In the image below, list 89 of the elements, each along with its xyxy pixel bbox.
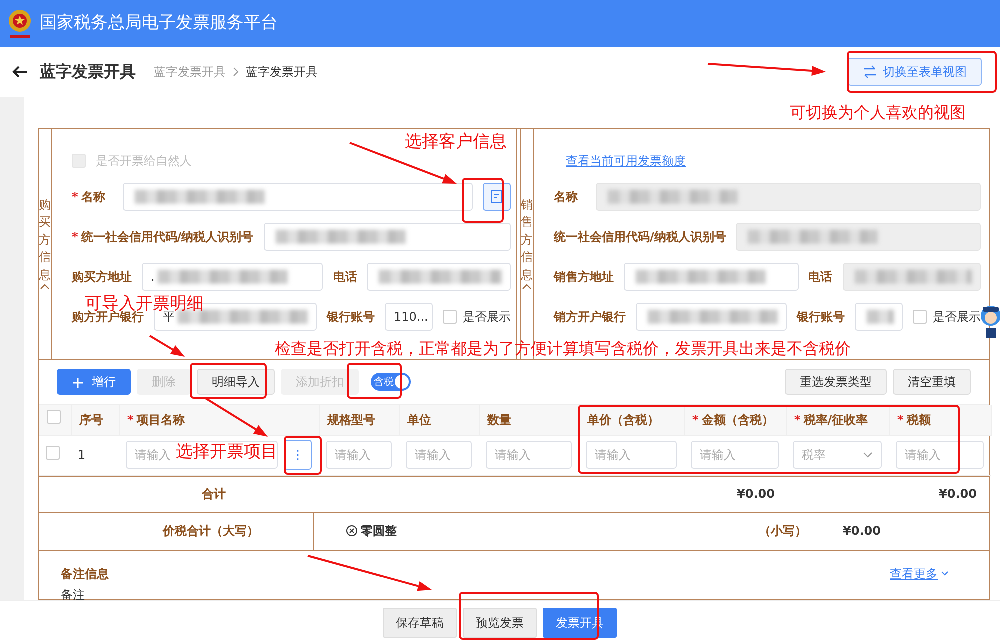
column-header: 序号 bbox=[71, 405, 119, 435]
annotation-text: 选择客户信息 bbox=[405, 134, 507, 151]
table-cell: 1 bbox=[71, 435, 119, 475]
total-tax: ¥0.00 bbox=[939, 487, 977, 501]
toolbar-button[interactable]: 清空重填 bbox=[893, 369, 971, 395]
back-icon[interactable] bbox=[12, 65, 28, 79]
column-header: 规格型号 bbox=[319, 405, 399, 435]
list-icon bbox=[491, 190, 503, 204]
input-field[interactable]: 110... bbox=[385, 303, 433, 331]
highlight-frame bbox=[284, 436, 322, 475]
section-label: 销售方信息 bbox=[521, 197, 533, 284]
input-field[interactable]: 请输入 bbox=[326, 441, 392, 469]
total-amount: ¥0.00 bbox=[737, 487, 775, 501]
input-field[interactable]: . bbox=[142, 263, 324, 291]
checkbox-label: 是否开票给自然人 bbox=[96, 153, 192, 170]
tax-included-toggle[interactable]: 含税 bbox=[371, 373, 411, 391]
amount-in-words: 零圆整 bbox=[361, 523, 397, 540]
input-field[interactable]: 请输入 bbox=[486, 441, 572, 469]
page-title: 蓝字发票开具 bbox=[40, 61, 136, 83]
annotation-text: 可切换为个人喜欢的视图 bbox=[790, 105, 966, 121]
input-field[interactable] bbox=[624, 263, 799, 291]
checkbox[interactable] bbox=[913, 310, 927, 324]
switch-view-button[interactable]: 切换至表单视图 bbox=[848, 58, 982, 86]
checkbox[interactable] bbox=[46, 446, 60, 460]
section-label: 购买方信息 bbox=[39, 197, 51, 284]
toolbar-button[interactable]: 重选发票类型 bbox=[785, 369, 887, 395]
field-label: * 名称 bbox=[72, 189, 106, 206]
field-label: 名称 bbox=[554, 189, 578, 206]
small-amount: ¥0.00 bbox=[843, 523, 881, 540]
field-label: 销售方地址 bbox=[554, 269, 614, 286]
input-field[interactable] bbox=[855, 303, 903, 331]
input-field[interactable]: 请输入 bbox=[691, 441, 779, 469]
field-label: 销方开户银行 bbox=[554, 309, 626, 326]
field-label: 电话 bbox=[333, 269, 358, 286]
input-field[interactable] bbox=[367, 263, 511, 291]
swap-icon bbox=[863, 65, 877, 79]
column-header: * 金额（含税） bbox=[684, 405, 786, 435]
customer-picker-button[interactable] bbox=[483, 183, 511, 211]
collapse-icon[interactable] bbox=[40, 284, 50, 291]
annotation-text: 选择开票项目 bbox=[176, 444, 278, 461]
collapse-icon[interactable] bbox=[522, 284, 532, 291]
input-field[interactable] bbox=[636, 303, 787, 331]
toolbar-button[interactable]: 明细导入 bbox=[197, 369, 275, 395]
chevron-right-icon bbox=[232, 67, 240, 77]
field-label: 购方开户银行 bbox=[72, 310, 144, 326]
toolbar-button[interactable]: 增行 bbox=[57, 369, 131, 395]
chevron-down-icon bbox=[941, 571, 949, 576]
more-options-button[interactable]: ⋮ bbox=[284, 440, 312, 470]
field-label: * 统一社会信用代码/纳税人识别号 bbox=[72, 229, 254, 246]
input-field[interactable] bbox=[123, 183, 473, 211]
footer-button[interactable]: 保存草稿 bbox=[383, 608, 457, 638]
checkbox-label: 是否展示 bbox=[933, 309, 981, 326]
highlight-frame bbox=[347, 363, 402, 399]
chevron-down-icon bbox=[863, 452, 873, 458]
column-header: 单价（含税） bbox=[579, 405, 684, 435]
checkbox[interactable] bbox=[47, 410, 61, 424]
column-header: * 税率/征收率 bbox=[786, 405, 889, 435]
field-label: 购买方地址 bbox=[72, 269, 132, 286]
footer-button[interactable]: 预览发票 bbox=[463, 608, 537, 638]
remarks-label: 备注 bbox=[61, 586, 86, 604]
emblem-icon bbox=[6, 8, 34, 40]
quota-link[interactable]: 查看当前可用发票额度 bbox=[566, 152, 686, 170]
column-header: * 项目名称 bbox=[119, 405, 319, 435]
column-header: 数量 bbox=[479, 405, 579, 435]
checkbox-label: 是否展示 bbox=[463, 309, 511, 326]
annotation-arrow bbox=[149, 335, 185, 357]
clear-icon[interactable] bbox=[346, 525, 358, 537]
select-field[interactable]: 税率 bbox=[793, 441, 882, 469]
field-label: 统一社会信用代码/纳税人识别号 bbox=[554, 229, 726, 246]
remarks-title: 备注信息 bbox=[61, 566, 109, 582]
breadcrumb-link[interactable]: 蓝字发票开具 bbox=[154, 63, 226, 81]
column-header: * 税额 bbox=[889, 405, 991, 435]
view-more-link[interactable]: 查看更多 bbox=[890, 564, 949, 582]
total-label: 合计 bbox=[202, 487, 226, 501]
site-title: 国家税务总局电子发票服务平台 bbox=[40, 12, 278, 35]
input-field[interactable]: 请输入 bbox=[586, 441, 677, 469]
plus-icon bbox=[72, 376, 84, 389]
input-field[interactable]: 请输入 bbox=[406, 441, 472, 469]
column-header: 单位 bbox=[399, 405, 479, 435]
annotation-arrow bbox=[204, 397, 268, 437]
field-label: 银行账号 bbox=[797, 309, 845, 326]
input-field[interactable] bbox=[264, 223, 511, 251]
field-label: 银行账号 bbox=[327, 309, 375, 326]
highlight-frame bbox=[462, 178, 504, 223]
field-label: 电话 bbox=[808, 269, 833, 286]
input-field[interactable]: 请输入 bbox=[896, 441, 984, 469]
checkbox[interactable] bbox=[443, 310, 457, 324]
grand-total-label: 价税合计（大写） bbox=[163, 523, 259, 540]
small-amount-label: （小写） bbox=[759, 523, 808, 540]
